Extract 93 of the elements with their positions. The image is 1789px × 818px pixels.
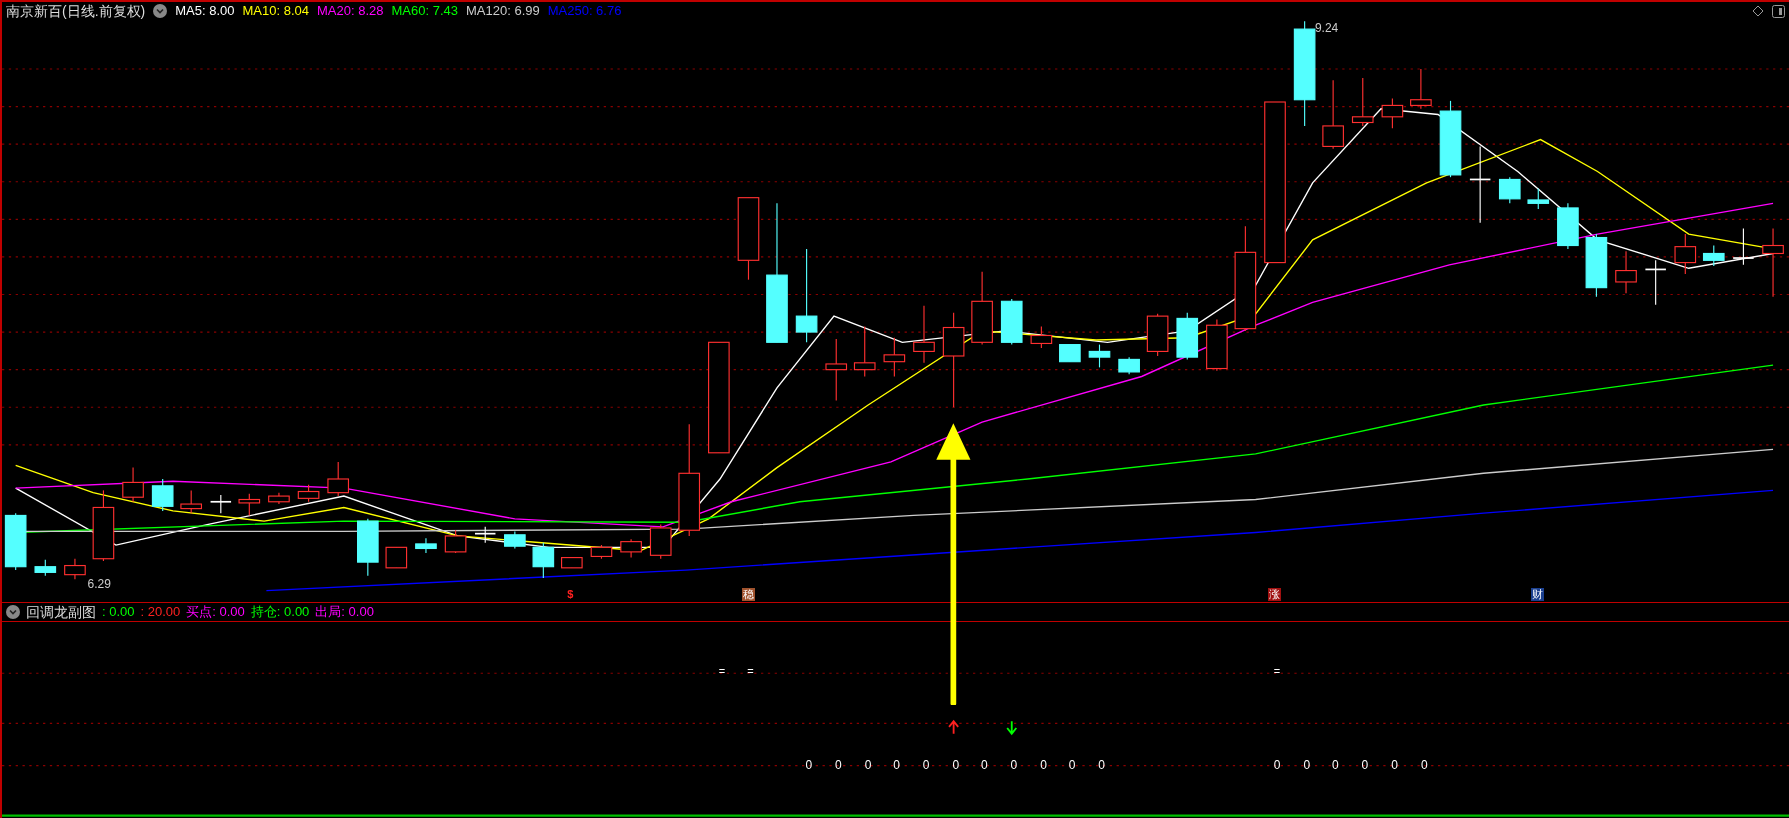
equals-mark: = — [747, 665, 754, 678]
candlestick — [1146, 313, 1169, 357]
equals-mark: = — [1273, 665, 1281, 678]
zero-value: 0 — [893, 758, 900, 772]
candlestick — [883, 337, 906, 378]
diamond-icon[interactable] — [1752, 5, 1764, 17]
indicator-value: MA60: 7.43 — [391, 2, 458, 21]
dropdown-icon[interactable] — [6, 605, 20, 619]
candlestick — [620, 538, 642, 559]
candlestick — [1206, 318, 1228, 372]
zero-value: 0 — [1420, 758, 1428, 772]
zero-value: 0 — [1361, 758, 1369, 772]
equals-mark: = — [718, 665, 726, 678]
zero-value: 0 — [835, 758, 842, 772]
candlestick — [474, 526, 497, 544]
zero-value: 0 — [1332, 758, 1339, 772]
indicator-value: 出局: 0.00 — [315, 603, 374, 622]
low-price-label: 6.29 — [87, 575, 111, 593]
candlestick — [1732, 227, 1755, 266]
candlestick — [1615, 250, 1637, 294]
candlestick — [504, 530, 526, 550]
signal-badge: 财 — [1531, 588, 1545, 602]
panel-toggle-icon[interactable] — [1772, 4, 1785, 18]
candlestick — [238, 493, 261, 516]
zero-value: 0 — [1040, 758, 1047, 772]
candlestick — [122, 467, 144, 503]
zero-value: 0 — [805, 758, 813, 772]
subchart-title: 回调龙副图 — [26, 602, 96, 622]
indicator-value: MA10: 8.04 — [242, 2, 309, 21]
candlestick — [151, 478, 174, 512]
candlestick — [1118, 356, 1140, 375]
indicator-value: 持仓: 0.00 — [250, 603, 310, 622]
zero-value: 0 — [864, 758, 872, 772]
zero-value: 0 — [1068, 758, 1076, 772]
candlestick — [649, 523, 672, 560]
zero-value: 0 — [1273, 758, 1281, 772]
candlestick — [1674, 233, 1697, 275]
candlestick — [327, 461, 350, 497]
indicator-value: MA20: 8.28 — [317, 2, 384, 21]
indicator-value: MA250: 6.76 — [547, 2, 622, 21]
candlestick — [561, 557, 583, 569]
indicator-value: 买点: 0.00 — [186, 603, 245, 622]
candlestick — [268, 492, 290, 505]
candlestick — [1498, 176, 1521, 204]
candlestick — [1762, 227, 1784, 298]
dropdown-icon[interactable] — [153, 4, 168, 18]
candlestick — [1322, 79, 1344, 150]
candlestick — [385, 546, 408, 569]
candlestick — [4, 512, 27, 571]
candlestick — [532, 542, 555, 579]
high-price-label: 9.24 — [1314, 19, 1339, 37]
candlestick — [444, 529, 467, 554]
candlestick — [297, 484, 320, 503]
indicator-value: : 20.00 — [140, 603, 181, 622]
candlestick — [1410, 68, 1432, 110]
candlestick — [825, 338, 848, 401]
candlestick — [1585, 233, 1608, 298]
candlestick — [209, 494, 232, 514]
candlestick — [1176, 312, 1199, 360]
candlestick — [1381, 98, 1404, 129]
candlestick — [357, 518, 379, 577]
candlestick — [1059, 344, 1081, 363]
candlestick — [34, 559, 57, 577]
down-arrow-icon — [1006, 720, 1018, 736]
candlestick — [1557, 202, 1579, 250]
candlestick — [590, 544, 613, 560]
candlestick — [1351, 77, 1374, 127]
indicator-value: : 0.00 — [102, 603, 135, 622]
indicator-value: MA5: 8.00 — [175, 2, 235, 21]
candlestick — [1527, 188, 1550, 210]
signal-mark: $ — [567, 588, 574, 602]
candlestick — [180, 489, 202, 514]
candlestick — [1088, 344, 1111, 368]
candlestick — [415, 537, 437, 554]
candlestick — [853, 325, 876, 378]
zero-value: 0 — [1391, 758, 1398, 772]
chart-title: 南京新百(日线.前复权) — [6, 2, 146, 21]
zero-value: 0 — [952, 758, 960, 772]
candlestick — [1000, 298, 1023, 346]
zero-value: 0 — [1010, 758, 1018, 772]
candlestick — [1702, 244, 1725, 267]
candlestick — [913, 305, 935, 364]
signal-badge: 稳 — [741, 588, 755, 602]
candlestick — [64, 558, 86, 580]
indicator-value: MA120: 6.99 — [466, 2, 540, 21]
zero-value: 0 — [980, 758, 988, 772]
up-arrow-icon — [948, 719, 960, 735]
candlestick — [1030, 325, 1053, 349]
zero-value: 0 — [922, 758, 930, 772]
zero-value: 0 — [1098, 758, 1106, 772]
signal-badge: 涨 — [1268, 588, 1282, 602]
zero-value: 0 — [1303, 758, 1311, 772]
candlestick — [1644, 259, 1667, 306]
